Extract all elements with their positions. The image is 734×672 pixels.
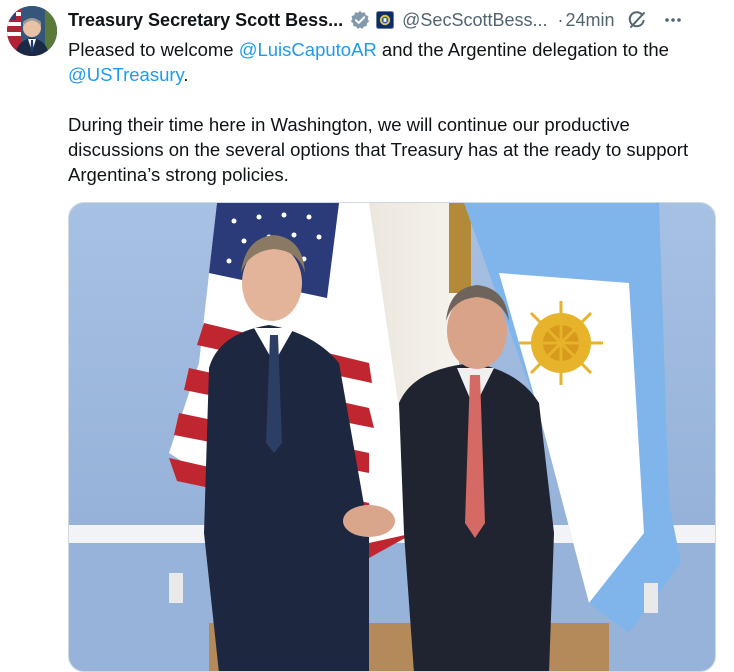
- tweet-photo[interactable]: [68, 202, 716, 672]
- us-treasury-seal-icon[interactable]: [376, 11, 395, 29]
- author-name[interactable]: Treasury Secretary Scott Bess...: [68, 10, 343, 31]
- mention-luiscaputoar-link[interactable]: @LuisCaputoAR: [239, 39, 377, 60]
- tweet-paragraph-1: Pleased to welcome @LuisCaputoAR and the…: [68, 39, 669, 85]
- grok-icon[interactable]: [627, 10, 647, 30]
- separator-dot: ·: [557, 9, 564, 30]
- tweet-paragraph-2: During their time here in Washington, we…: [68, 114, 689, 185]
- author-avatar[interactable]: [7, 6, 57, 56]
- tweet-header: Treasury Secretary Scott Bess... @SecSco…: [68, 6, 720, 34]
- verified-badge-icon: [350, 10, 370, 30]
- author-handle[interactable]: @SecScottBess...: [402, 10, 547, 31]
- tweet-timestamp[interactable]: 24min: [565, 10, 614, 31]
- more-options-icon[interactable]: [663, 10, 683, 30]
- tweet-text: Pleased to welcome @LuisCaputoAR and the…: [68, 37, 718, 187]
- mention-ustreasury-link[interactable]: @USTreasury: [68, 64, 183, 85]
